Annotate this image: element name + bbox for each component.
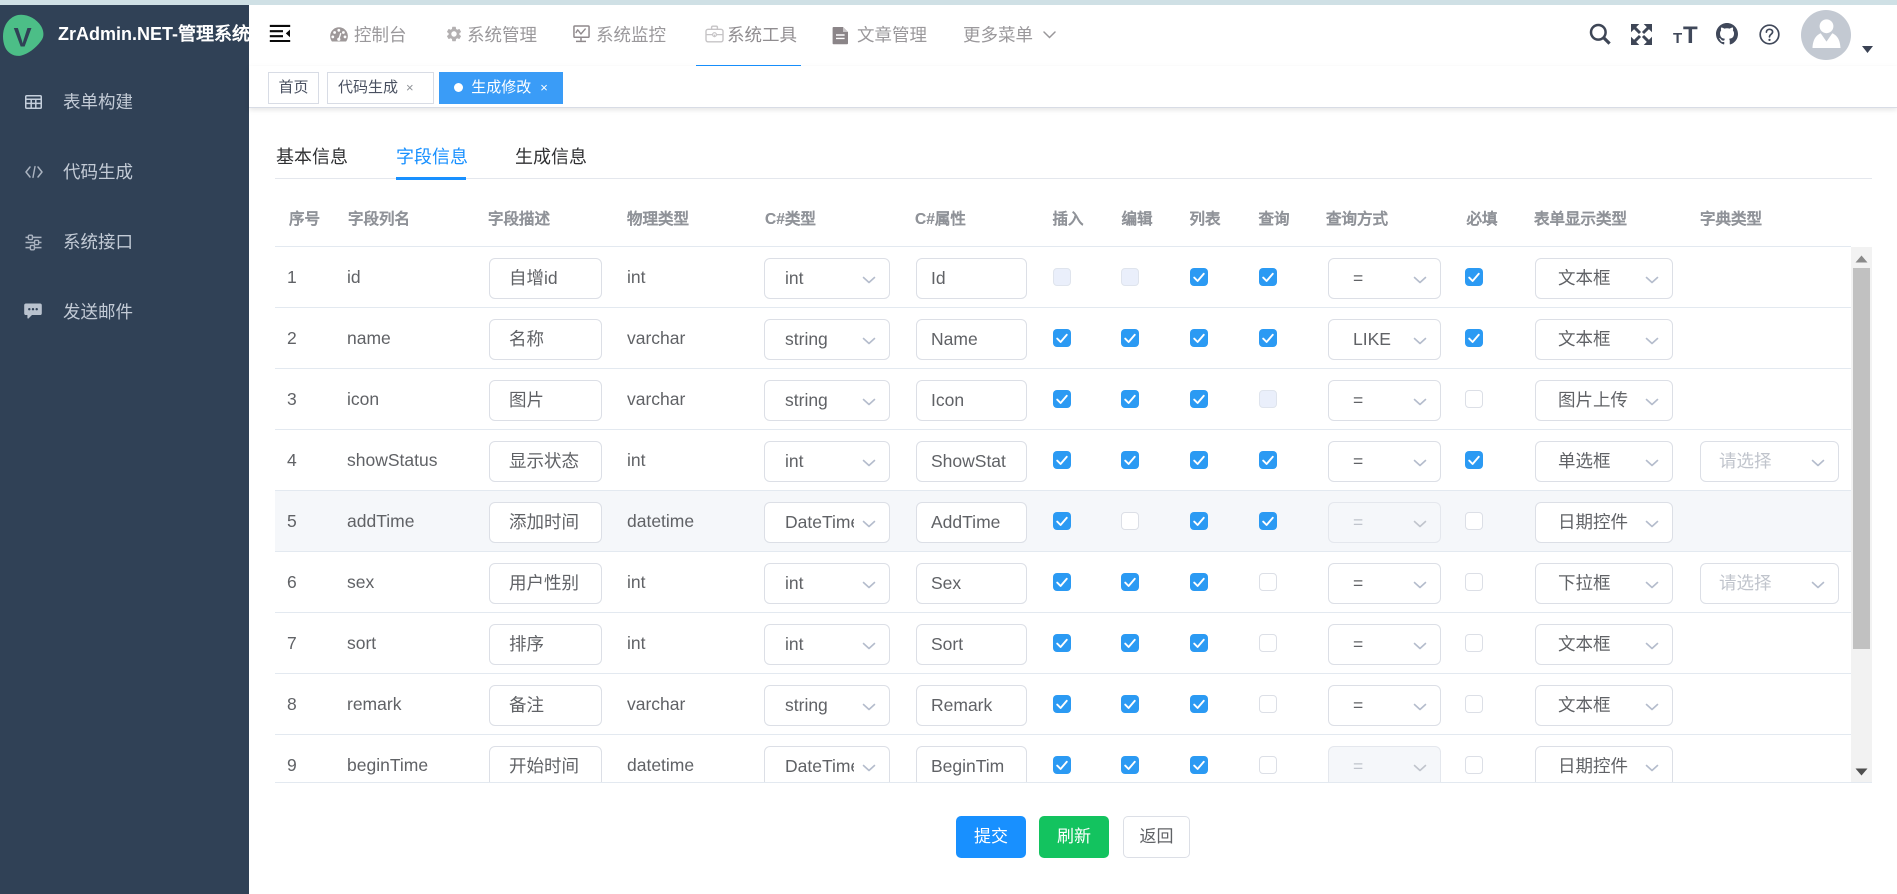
svg-text:V: V	[14, 23, 32, 53]
